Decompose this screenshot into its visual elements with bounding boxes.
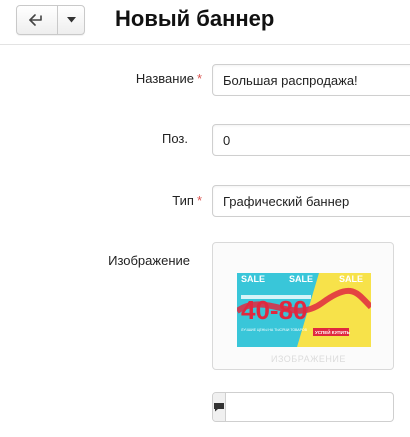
type-label-text: Тип xyxy=(172,193,194,208)
sale-text-1: SALE xyxy=(241,274,265,284)
page-header: Новый баннер xyxy=(0,0,410,45)
type-label: Тип * xyxy=(80,193,202,208)
back-button[interactable] xyxy=(17,6,58,34)
discount-text: 40-80 xyxy=(241,295,308,325)
required-mark: * xyxy=(196,71,202,86)
sale-text-3: SALE xyxy=(339,274,363,284)
arrow-left-icon xyxy=(29,14,42,26)
image-upload[interactable]: SALE SALE SALE 40-80 ЛУЧШИЕ ЦЕНЫ НА ТЫСЯ… xyxy=(212,242,394,370)
caret-down-icon xyxy=(66,17,76,23)
back-menu-toggle[interactable] xyxy=(58,6,84,34)
position-field[interactable]: 0 xyxy=(212,124,410,156)
image-caption-input[interactable] xyxy=(226,393,410,421)
banner-image: SALE SALE SALE 40-80 ЛУЧШИЕ ЦЕНЫ НА ТЫСЯ… xyxy=(237,273,371,347)
image-label: Изображение xyxy=(108,253,190,268)
image-watermark: ИЗОБРАЖЕНИЕ xyxy=(271,354,346,364)
comment-icon-addon xyxy=(213,393,226,421)
sale-text-2: SALE xyxy=(289,274,313,284)
name-label: Название * xyxy=(80,71,202,86)
type-select[interactable]: Графический баннер xyxy=(212,185,410,217)
comment-icon xyxy=(214,403,224,412)
image-caption-group xyxy=(212,392,410,422)
banner-subtext: ЛУЧШИЕ ЦЕНЫ НА ТЫСЯЧИ ТОВАРОВ xyxy=(241,328,308,332)
back-button-group xyxy=(16,5,85,35)
position-label: Поз. xyxy=(162,131,188,146)
page-title: Новый баннер xyxy=(115,6,275,31)
name-field[interactable]: Большая распродажа! xyxy=(212,64,410,96)
name-label-text: Название xyxy=(135,71,194,86)
banner-preview: SALE SALE SALE 40-80 ЛУЧШИЕ ЦЕНЫ НА ТЫСЯ… xyxy=(237,273,371,347)
banner-button-text: УСПЕЙ КУПИТЬ xyxy=(315,328,351,335)
required-mark: * xyxy=(196,193,202,208)
